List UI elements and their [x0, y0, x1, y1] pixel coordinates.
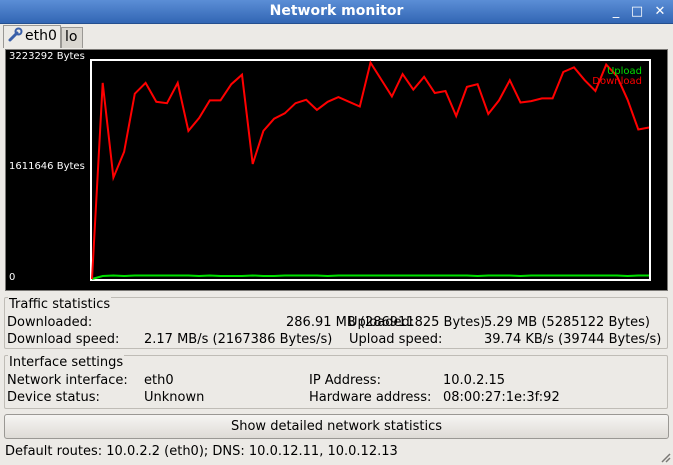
- download-speed-label: Download speed:: [7, 332, 120, 347]
- network-interface-label: Network interface:: [7, 373, 128, 388]
- maximize-button[interactable]: □: [629, 4, 645, 20]
- download-speed-value: 2.17 MB/s (2167386 Bytes/s): [144, 332, 333, 347]
- legend-download: Download: [592, 76, 642, 87]
- traffic-statistics-group: Traffic statistics Downloaded: 286.91 MB…: [4, 297, 668, 349]
- ip-address-label: IP Address:: [309, 373, 381, 388]
- window-title: Network monitor: [269, 3, 404, 19]
- tab-eth0-label: eth0: [25, 28, 57, 44]
- traffic-chart: [90, 59, 651, 281]
- plot-frame: [90, 59, 651, 281]
- network-interface-value: eth0: [144, 373, 174, 388]
- interface-settings-title: Interface settings: [8, 355, 125, 370]
- minimize-button[interactable]: _: [608, 4, 624, 20]
- show-detailed-statistics-button[interactable]: Show detailed network statistics: [4, 414, 669, 439]
- close-button[interactable]: ✕: [652, 4, 668, 20]
- traffic-graph: 3223292 Bytes 1611646 Bytes 0 Upload Dow…: [5, 49, 668, 291]
- hardware-address-value: 08:00:27:1e:3f:92: [443, 390, 560, 405]
- y-top-label: 3223292 Bytes: [9, 51, 85, 62]
- hardware-address-label: Hardware address:: [309, 390, 432, 405]
- upload-speed-label: Upload speed:: [349, 332, 443, 347]
- resize-grip-icon[interactable]: [659, 451, 671, 463]
- y-mid-label: 1611646 Bytes: [9, 161, 85, 172]
- upload-speed-value: 39.74 KB/s (39744 Bytes/s): [484, 332, 662, 347]
- device-status-value: Unknown: [144, 390, 205, 405]
- tab-eth0[interactable]: eth0: [3, 25, 61, 48]
- window-titlebar[interactable]: Network monitor _ □ ✕: [0, 0, 673, 24]
- tab-lo-label: lo: [65, 29, 78, 45]
- uploaded-label: Uploaded:: [348, 315, 415, 330]
- device-status-label: Device status:: [7, 390, 100, 405]
- uploaded-value: 5.29 MB (5285122 Bytes): [484, 315, 650, 330]
- interface-settings-group: Interface settings Network interface: et…: [4, 355, 668, 409]
- wrench-icon: [7, 27, 23, 43]
- status-bar: Default routes: 10.0.2.2 (eth0); DNS: 10…: [5, 444, 398, 459]
- ip-address-value: 10.0.2.15: [443, 373, 506, 388]
- series-line-download: [91, 60, 650, 280]
- traffic-statistics-title: Traffic statistics: [8, 297, 112, 312]
- downloaded-label: Downloaded:: [7, 315, 93, 330]
- series-line-upload: [91, 274, 649, 280]
- y-zero-label: 0: [9, 272, 16, 283]
- tab-lo[interactable]: lo: [61, 27, 83, 48]
